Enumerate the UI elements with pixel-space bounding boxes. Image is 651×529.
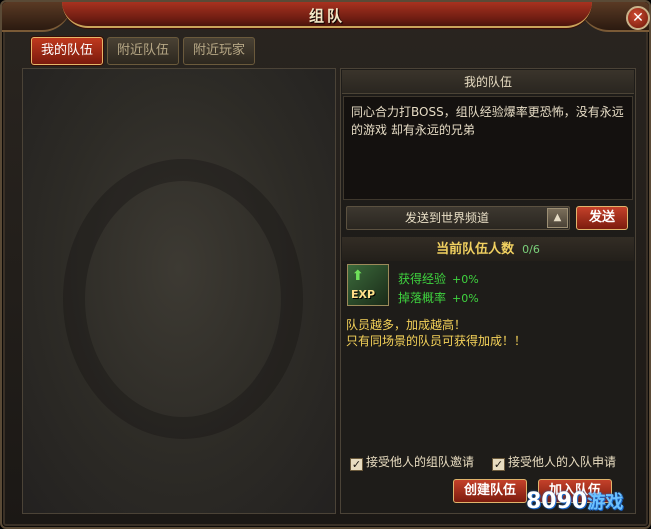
drop-bonus-row: 掉落概率 +0%: [398, 289, 479, 306]
team-message-textarea[interactable]: 同心合力打BOSS，组队经验爆率更恐怖，没有永远 的游戏 却有永远的兄弟: [343, 96, 633, 200]
drop-bonus-label: 掉落概率: [398, 291, 447, 305]
my-team-header: 我的队伍: [342, 70, 634, 94]
arrow-up-icon: ⬆: [352, 268, 364, 284]
tab-nearby-players[interactable]: 附近玩家: [183, 37, 255, 65]
create-team-button[interactable]: 创建队伍: [453, 479, 527, 503]
close-icon: ✕: [632, 10, 644, 26]
title-bar: 组队: [62, 2, 592, 28]
watermark-number: 8090: [526, 489, 588, 514]
close-button[interactable]: ✕: [626, 6, 650, 30]
channel-dropdown-button[interactable]: ▲: [547, 208, 568, 228]
channel-select[interactable]: 发送到世界频道: [346, 206, 570, 230]
bonus-note-2: 只有同场景的队员可获得加成！！: [346, 334, 527, 348]
team-count-row: 当前队伍人数 0/6: [342, 237, 634, 261]
tab-my-team[interactable]: 我的队伍: [31, 37, 103, 65]
accept-apply-checkbox[interactable]: ✓: [492, 458, 505, 471]
team-count-label: 当前队伍人数: [436, 242, 515, 257]
background-emblem: [63, 159, 303, 439]
team-count-value: 0/6: [522, 243, 540, 256]
exp-bonus-label: 获得经验: [398, 272, 447, 286]
team-message-line-1: 同心合力打BOSS，组队经验爆率更恐怖，没有永远: [351, 105, 624, 119]
team-members-panel: [22, 68, 336, 514]
accept-invite-checkbox[interactable]: ✓: [350, 458, 363, 471]
team-window: 组队 ✕ 我的队伍 附近队伍 附近玩家 我的队伍 同心合力打BOSS，组队经验爆…: [0, 0, 651, 529]
window-title: 组队: [308, 7, 345, 25]
watermark-text: 游戏: [587, 492, 624, 513]
accept-apply-option[interactable]: ✓ 接受他人的入队申请: [492, 453, 616, 471]
exp-bonus-value: +0%: [452, 273, 479, 286]
accept-invite-label: 接受他人的组队邀请: [366, 455, 475, 469]
send-button[interactable]: 发送: [576, 206, 628, 230]
exp-bonus-icon: ⬆ EXP: [347, 264, 389, 306]
exp-bonus-row: 获得经验 +0%: [398, 270, 479, 287]
accept-apply-label: 接受他人的入队申请: [508, 455, 617, 469]
site-watermark-logo: 8090游戏: [526, 488, 651, 528]
exp-icon-label: EXP: [351, 288, 376, 301]
bonus-note-1: 队员越多，加成越高！: [346, 318, 467, 332]
team-message-line-2: 的游戏 却有永远的兄弟: [351, 123, 475, 137]
accept-invite-option[interactable]: ✓ 接受他人的组队邀请: [350, 453, 474, 471]
triangle-up-icon: ▲: [553, 212, 562, 223]
tab-nearby-teams[interactable]: 附近队伍: [107, 37, 179, 65]
drop-bonus-value: +0%: [452, 292, 479, 305]
